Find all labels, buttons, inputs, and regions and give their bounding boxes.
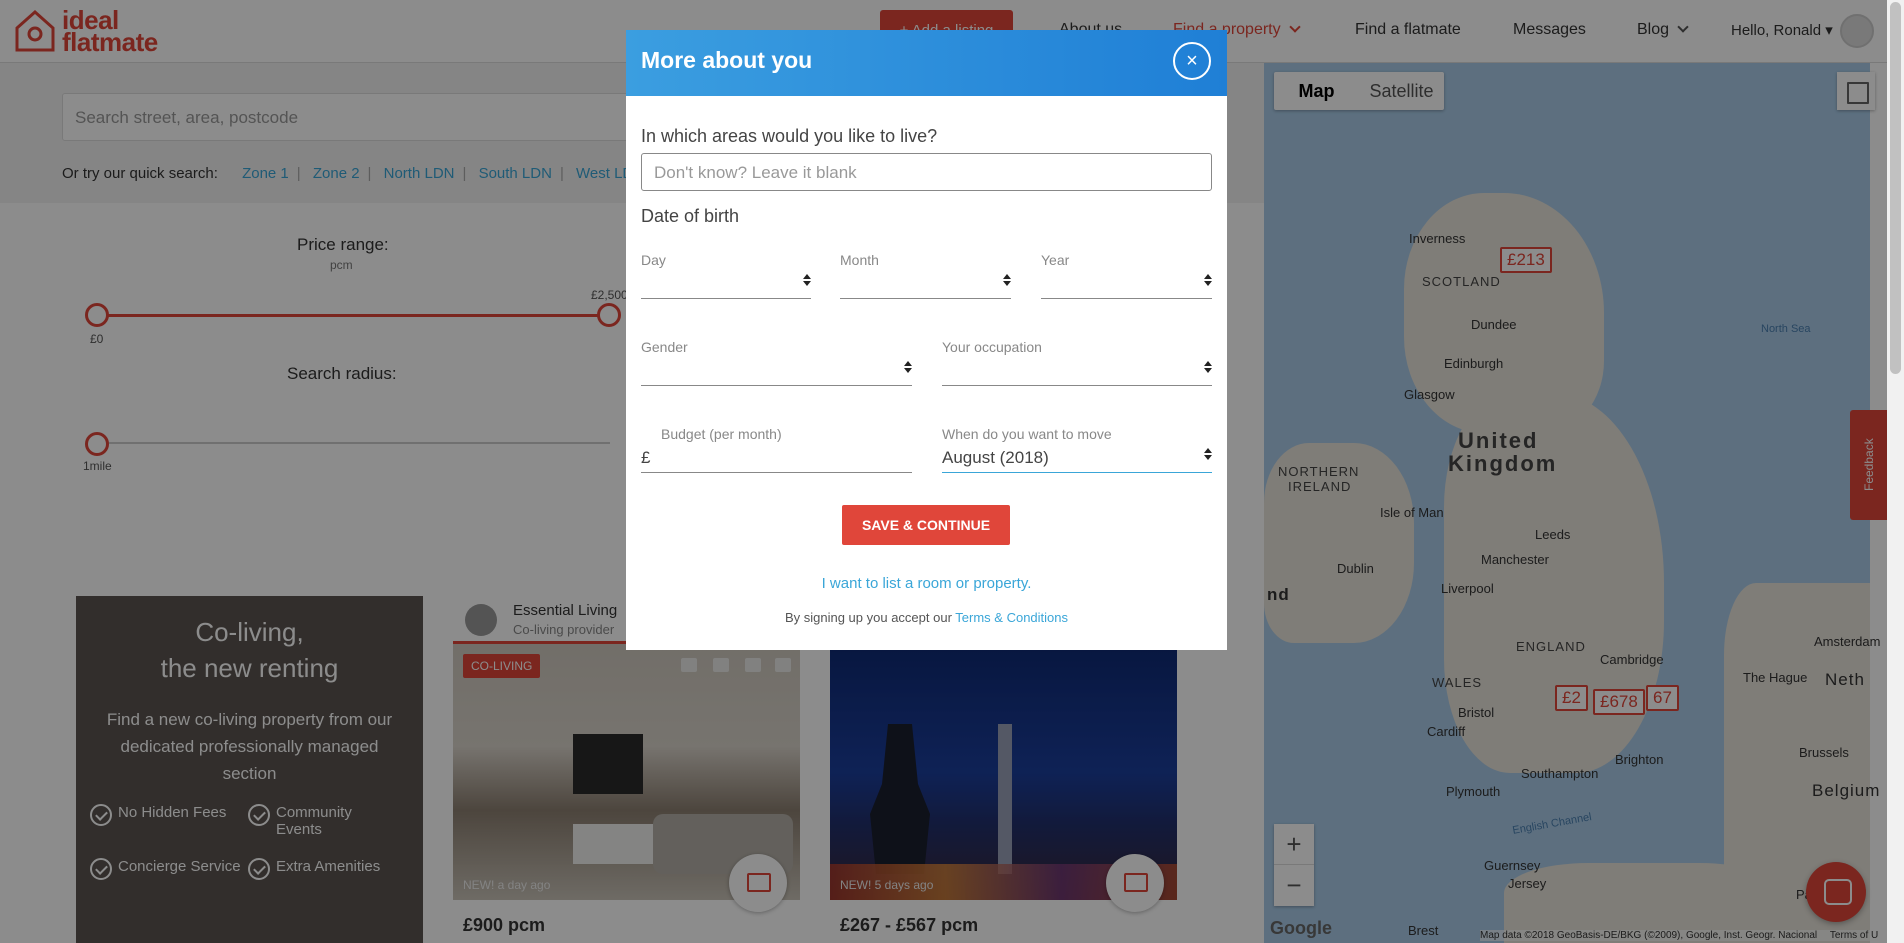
budget-label: Budget (per month) [661, 426, 782, 442]
terms-prefix: By signing up you accept our [784, 610, 952, 625]
terms-link[interactable]: Terms & Conditions [955, 610, 1068, 625]
year-label: Year [1041, 252, 1070, 268]
close-icon[interactable]: × [1173, 42, 1211, 80]
more-about-you-modal: More about you × In which areas would yo… [626, 30, 1227, 650]
move-date-select[interactable]: When do you want to move August (2018) [942, 426, 1212, 473]
day-label: Day [641, 252, 666, 268]
modal-title: More about you [641, 47, 813, 73]
areas-question: In which areas would you like to live? [641, 126, 938, 146]
gender-select[interactable]: Gender [641, 339, 912, 386]
move-label: When do you want to move [942, 426, 1112, 442]
scrollbar-thumb[interactable] [1890, 2, 1901, 374]
list-property-link[interactable]: I want to list a room or property. [626, 575, 1227, 592]
save-continue-button[interactable]: SAVE & CONTINUE [842, 505, 1010, 545]
currency-symbol: £ [641, 448, 651, 467]
dob-day-select[interactable]: Day [641, 252, 811, 299]
occupation-select[interactable]: Your occupation [942, 339, 1212, 386]
budget-field[interactable]: Budget (per month) £ [641, 426, 912, 473]
move-value: August (2018) [942, 448, 1049, 467]
dob-label: Date of birth [641, 206, 740, 226]
month-label: Month [840, 252, 879, 268]
dob-month-select[interactable]: Month [840, 252, 1011, 299]
occupation-label: Your occupation [942, 339, 1042, 355]
areas-input[interactable]: Don't know? Leave it blank [641, 153, 1212, 191]
dob-year-select[interactable]: Year [1041, 252, 1212, 299]
modal-header: More about you × [626, 30, 1227, 96]
terms-notice: By signing up you accept our Terms & Con… [626, 610, 1227, 625]
gender-label: Gender [641, 339, 688, 355]
